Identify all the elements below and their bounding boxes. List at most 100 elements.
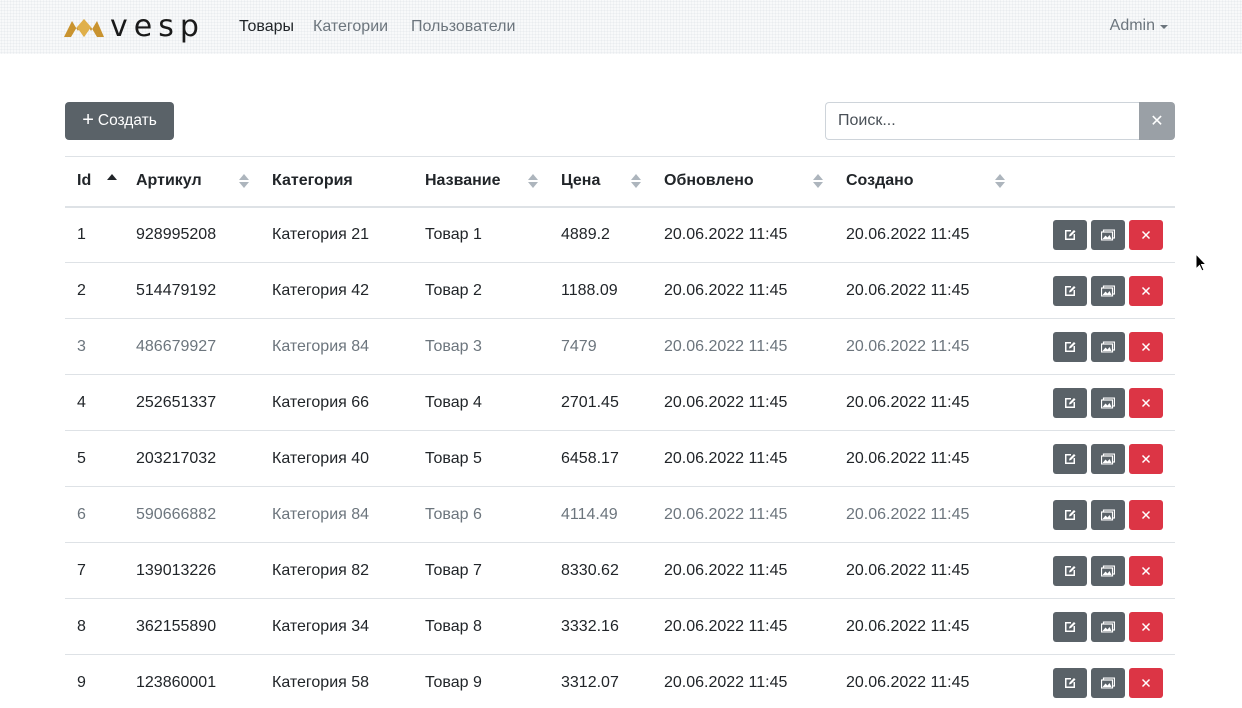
create-button-label: Создать <box>97 112 157 129</box>
image-button[interactable] <box>1091 443 1125 474</box>
image-button[interactable] <box>1091 611 1125 642</box>
row-actions <box>1006 543 1175 599</box>
column-header-category[interactable]: Категория <box>260 157 413 207</box>
edit-button[interactable] <box>1053 219 1087 250</box>
edit-button[interactable] <box>1053 667 1087 698</box>
column-header-name[interactable]: Название <box>413 157 549 207</box>
cell-updated: 20.06.2022 11:45 <box>664 505 788 523</box>
cell-id: 8 <box>77 617 86 635</box>
cell-price: 4114.49 <box>561 505 618 523</box>
user-name: Admin <box>1109 17 1155 34</box>
image-button[interactable] <box>1091 499 1125 530</box>
table-row: 1 928995208 Категория 21 Товар 1 4889.2 20.06… <box>65 207 1175 263</box>
brand-name: vesp <box>110 9 205 44</box>
image-button[interactable] <box>1091 219 1125 250</box>
cell-category: Категория 84 <box>272 337 370 355</box>
delete-button[interactable] <box>1129 219 1163 250</box>
close-icon: ✕ <box>1150 113 1164 130</box>
cell-sku: 514479192 <box>136 281 217 299</box>
cell-updated: 20.06.2022 11:45 <box>664 561 788 579</box>
column-header-price[interactable]: Цена <box>549 157 652 207</box>
image-button[interactable] <box>1091 667 1125 698</box>
delete-button[interactable] <box>1129 331 1163 362</box>
cell-id: 9 <box>77 673 86 691</box>
cell-name: Товар 6 <box>425 505 482 523</box>
table-row: 7 139013226 Категория 82 Товар 7 8330.62 20.0… <box>65 543 1175 599</box>
delete-button[interactable] <box>1129 387 1163 418</box>
cell-price: 2701.45 <box>561 393 619 411</box>
delete-button[interactable] <box>1129 555 1163 586</box>
cell-id: 4 <box>77 393 86 411</box>
cell-sku: 590666882 <box>136 505 217 523</box>
cell-price: 1188.09 <box>561 281 618 299</box>
column-header-sku[interactable]: Артикул <box>124 157 260 207</box>
delete-button[interactable] <box>1129 443 1163 474</box>
cell-sku: 928995208 <box>136 225 217 243</box>
table-row: 6 590666882 Категория 84 Товар 6 4114.49 20.0… <box>65 487 1175 543</box>
cell-sku: 486679927 <box>136 337 217 355</box>
row-actions <box>1006 655 1175 708</box>
cell-name: Товар 2 <box>425 281 482 299</box>
user-menu[interactable]: Admin <box>1110 17 1168 35</box>
delete-button[interactable] <box>1129 499 1163 530</box>
cell-category: Категория 42 <box>272 281 370 299</box>
edit-button[interactable] <box>1053 555 1087 586</box>
edit-button[interactable] <box>1053 611 1087 642</box>
cell-id: 3 <box>77 337 86 355</box>
chevron-down-icon <box>1160 25 1168 29</box>
table-row: 9 123860001 Категория 58 Товар 9 3312.07 20.0… <box>65 655 1175 708</box>
image-button[interactable] <box>1091 275 1125 306</box>
column-header-updated[interactable]: Обновлено <box>652 157 834 207</box>
cell-price: 6458.17 <box>561 449 619 467</box>
cell-name: Товар 7 <box>425 561 482 579</box>
cell-name: Товар 9 <box>425 673 482 691</box>
delete-button[interactable] <box>1129 275 1163 306</box>
cell-category: Категория 40 <box>272 449 370 467</box>
cell-created: 20.06.2022 11:45 <box>846 617 970 635</box>
image-button[interactable] <box>1091 331 1125 362</box>
nav-item-products[interactable]: Товары <box>239 17 294 37</box>
sort-icon <box>631 173 641 189</box>
column-header-id[interactable]: Id <box>65 157 124 207</box>
table-row: 2 514479192 Категория 42 Товар 2 1188.09 20.0… <box>65 263 1175 319</box>
cell-name: Товар 1 <box>425 225 482 243</box>
cell-category: Категория 58 <box>272 673 370 691</box>
brand-logo[interactable]: vesp <box>64 9 205 44</box>
cell-created: 20.06.2022 11:45 <box>846 393 970 411</box>
edit-button[interactable] <box>1053 443 1087 474</box>
row-actions <box>1006 263 1175 319</box>
cell-updated: 20.06.2022 11:45 <box>664 393 788 411</box>
search-group: ✕ <box>825 102 1175 140</box>
image-button[interactable] <box>1091 555 1125 586</box>
table-header-row: Id Артикул Категория Название Цена Обнов… <box>65 156 1175 207</box>
cell-id: 6 <box>77 505 86 523</box>
edit-button[interactable] <box>1053 331 1087 362</box>
edit-button[interactable] <box>1053 387 1087 418</box>
clear-search-button[interactable]: ✕ <box>1139 102 1175 140</box>
edit-button[interactable] <box>1053 275 1087 306</box>
column-header-created[interactable]: Создано <box>834 157 1006 207</box>
cell-name: Товар 8 <box>425 617 482 635</box>
sort-icon <box>528 173 538 189</box>
nav-item-users[interactable]: Пользователи <box>411 17 515 37</box>
cell-created: 20.06.2022 11:45 <box>846 281 970 299</box>
edit-button[interactable] <box>1053 499 1087 530</box>
cell-sku: 139013226 <box>136 561 217 579</box>
mouse-cursor-icon <box>1195 253 1207 272</box>
sort-asc-icon <box>107 173 117 189</box>
cell-category: Категория 84 <box>272 505 370 523</box>
row-actions <box>1006 431 1175 487</box>
cell-created: 20.06.2022 11:45 <box>846 505 970 523</box>
create-button[interactable]: + Создать <box>65 102 174 140</box>
row-actions <box>1006 375 1175 431</box>
delete-button[interactable] <box>1129 667 1163 698</box>
nav-item-categories[interactable]: Категории <box>313 17 388 37</box>
delete-button[interactable] <box>1129 611 1163 642</box>
row-actions <box>1006 319 1175 375</box>
cell-created: 20.06.2022 11:45 <box>846 449 970 467</box>
cell-created: 20.06.2022 11:45 <box>846 673 970 691</box>
search-input[interactable] <box>825 102 1139 140</box>
navbar: vesp Товары Категории Пользователи Admin <box>0 0 1242 54</box>
image-button[interactable] <box>1091 387 1125 418</box>
row-actions <box>1006 207 1175 263</box>
